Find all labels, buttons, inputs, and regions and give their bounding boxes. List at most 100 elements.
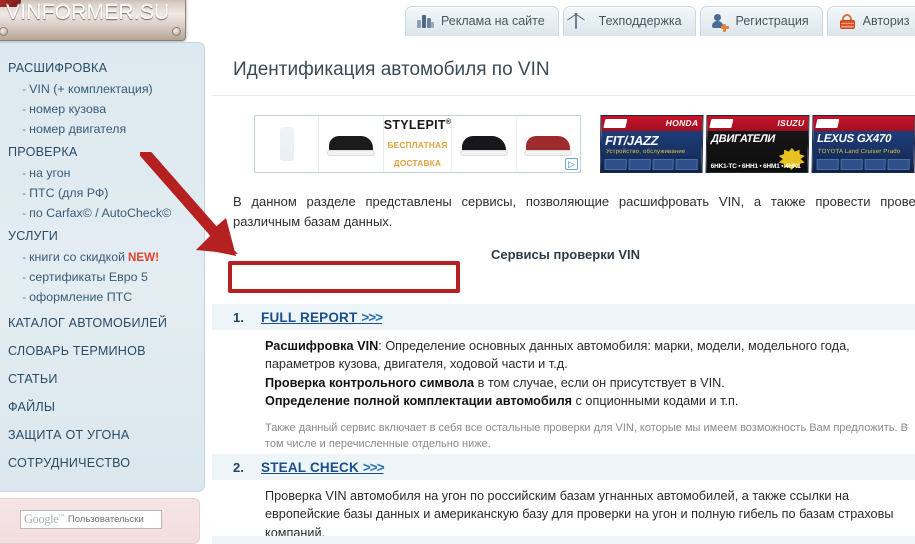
sidebar-item-vin[interactable]: - VIN (+ комплектация)	[0, 79, 204, 99]
envelope-icon	[574, 13, 592, 29]
ad-brand-name: STYLEPIT®	[384, 118, 452, 132]
page-title: Идентификация автомобиля по VIN	[233, 59, 550, 80]
sidebar-item-cooperation[interactable]: СОТРУДНИЧЕСТВО	[0, 449, 204, 477]
sidebar-item-books-label: книги со скидкой	[29, 250, 126, 264]
book-brand-honda: HONDA	[665, 118, 699, 128]
bottle-image	[279, 127, 294, 161]
tab-advertising[interactable]: Реклама на сайте	[405, 6, 559, 36]
sidebar-item-catalog[interactable]: КАТАЛОГ АВТОМОБИЛЕЙ	[0, 309, 204, 337]
sidebar-item-carfax-label: по Carfax© / AutoCheck©	[29, 206, 172, 220]
ad-cell-shoe-black	[319, 116, 384, 172]
book-codes-isuzu: 6HK1-TC • 6HH1 • 6HM1 • 4HK1	[710, 163, 801, 170]
book-subtitle-lexus: TOYOTA Land Cruiser Prado	[817, 149, 901, 155]
full-report-link[interactable]: FULL REPORT >>>	[261, 309, 383, 325]
sidebar-item-euro5-label: сертификаты Евро 5	[29, 270, 148, 284]
book-main: FIT/JAZZ Устройство, обслуживание	[600, 131, 703, 172]
ad-banner-books[interactable]: HONDA FIT/JAZZ Устройство, обслуживание …	[600, 115, 915, 173]
sidebar-group-check: ПРОВЕРКА - на угон - ПТС (для РФ) - по Carf…	[0, 141, 204, 223]
desc-bold-1a: Расшифровка VIN	[265, 339, 379, 353]
desc-bold-1b: Проверка контрольного символа	[265, 375, 475, 390]
tab-authorization[interactable]: Авториз	[826, 6, 915, 36]
site-logo-plate[interactable]: VINFORMER.SU	[0, 0, 186, 41]
dash-icon: -	[22, 122, 27, 136]
padlock-icon	[839, 14, 856, 29]
service-description-1: Расшифровка VIN: Определение основных да…	[212, 330, 915, 411]
registered-mark-icon: ®	[445, 119, 452, 127]
site-logo-text: VINFORMER.SU	[6, 1, 170, 24]
book-band: HONDA	[601, 116, 703, 132]
ad-banner-stylepit[interactable]: STYLEPIT® БЕСПЛАТНАЯ ДОСТАВКА ▷	[254, 115, 581, 173]
book-band	[813, 116, 915, 132]
sidebar-item-articles[interactable]: СТАТЬИ	[0, 365, 204, 393]
google-search-placeholder: Пользовательски	[67, 514, 144, 525]
sidebar-item-engine-number[interactable]: - номер двигателя	[0, 119, 204, 139]
sidebar-item-body-number-label: номер кузова	[29, 102, 107, 116]
sidebar-item-pts-issue[interactable]: - оформление ПТС	[0, 287, 204, 307]
dash-icon: -	[22, 102, 27, 116]
google-search-input[interactable]: Google™ Пользовательски	[20, 510, 162, 529]
service-note-1: Также данный сервис включает в себя все …	[265, 421, 908, 451]
sidebar-item-books[interactable]: - книги со скидкой NEW!	[0, 247, 204, 267]
book-title-honda: FIT/JAZZ	[604, 133, 659, 148]
sidebar-item-files[interactable]: ФАЙЛЫ	[0, 393, 204, 421]
sidebar-heading-decoding: РАСШИФРОВКА	[8, 61, 108, 75]
full-report-link-label: FULL REPORT	[261, 309, 358, 325]
ad-line-2: ДОСТАВКА	[393, 159, 442, 169]
title-divider	[212, 95, 915, 96]
section-subtitle: Сервисы проверки VIN	[491, 247, 640, 262]
dash-icon: -	[22, 82, 27, 96]
book-cover-honda: HONDA FIT/JAZZ Устройство, обслуживание	[600, 115, 704, 173]
book-main: LEXUS GX470 TOYOTA Land Cruiser Prado	[812, 131, 915, 172]
publisher-tag-icon	[603, 119, 628, 128]
publisher-tag-icon	[815, 119, 840, 128]
desc-rest-1c: с опционными кодами и т.п.	[572, 394, 739, 409]
service-description-2: Проверка VIN автомобиля на угон по росси…	[265, 489, 894, 540]
arrows-icon: >>>	[361, 309, 383, 325]
book-subtitle-honda: Устройство, обслуживание	[605, 149, 686, 155]
sidebar-heading-check: ПРОВЕРКА	[8, 145, 78, 159]
google-logo-text: Google	[24, 512, 59, 526]
sidebar-item-euro5[interactable]: - сертификаты Евро 5	[0, 267, 204, 287]
sidebar-item-antitheft[interactable]: ЗАЩИТА ОТ УГОНА	[0, 421, 204, 449]
sidebar-item-body-number[interactable]: - номер кузова	[0, 99, 204, 119]
book-band: ISUZU	[707, 116, 809, 132]
steal-check-link[interactable]: STEAL CHECK >>>	[261, 459, 385, 475]
service-row-2[interactable]: 2. STEAL CHECK >>>	[212, 454, 915, 480]
sidebar-item-carfax[interactable]: - по Carfax© / AutoCheck©	[0, 203, 204, 223]
book-title-isuzu: ДВИГАТЕЛИ	[710, 133, 775, 145]
tab-registration[interactable]: Регистрация	[699, 6, 823, 36]
sidebar: РАСШИФРОВКА - VIN (+ комплектация) - номер…	[0, 42, 205, 492]
tab-advertising-label: Реклама на сайте	[441, 14, 545, 29]
intro-paragraph: В данном разделе представлены сервисы, п…	[233, 194, 915, 230]
shoe-image-dark	[459, 135, 508, 156]
sidebar-item-glossary[interactable]: СЛОВАРЬ ТЕРМИНОВ	[0, 337, 204, 365]
steal-check-link-label: STEAL CHECK	[261, 459, 359, 475]
book-thumbnails	[604, 159, 698, 170]
sidebar-item-pts[interactable]: - ПТС (для РФ)	[0, 183, 204, 203]
screw-icon-right	[172, 27, 181, 36]
sidebar-item-engine-number-label: номер двигателя	[29, 122, 127, 136]
sidebar-item-pts-label: ПТС (для РФ)	[29, 186, 109, 200]
service-item-full-report: 1. FULL REPORT >>> Расшифровка VIN: Опре…	[212, 304, 915, 453]
shoe-image-red	[524, 135, 573, 156]
sidebar-item-theft[interactable]: - на угон	[0, 163, 204, 183]
tab-support-label: Техподдержка	[598, 14, 682, 29]
dash-icon: -	[22, 206, 27, 220]
service-row-3[interactable]: 3. "NORTH AMERICA" >>>	[212, 536, 915, 544]
book-brand-isuzu: ISUZU	[777, 118, 805, 128]
adchoices-icon[interactable]: ▷	[564, 158, 578, 170]
ad-brand-label: STYLEPIT	[383, 118, 446, 133]
service-item-north-america: 3. "NORTH AMERICA" >>> Проверка истории …	[212, 536, 915, 544]
book-title-lexus: LEXUS GX470	[816, 133, 892, 145]
sidebar-group-decoding: РАСШИФРОВКА - VIN (+ комплектация) - номер…	[0, 57, 204, 139]
desc-bold-1c: Определение полной комплектации автомоби…	[265, 394, 573, 409]
user-add-icon	[711, 14, 729, 31]
tab-support[interactable]: Техподдержка	[562, 6, 696, 36]
sidebar-item-theft-label: на угон	[29, 166, 71, 180]
dash-icon: -	[22, 166, 27, 180]
sidebar-item-vin-label: VIN (+ комплектация)	[29, 82, 153, 96]
google-logo-icon: Google™	[24, 512, 64, 527]
dash-icon: -	[22, 270, 27, 284]
service-row-1[interactable]: 1. FULL REPORT >>>	[212, 304, 915, 330]
book-cover-lexus: LEXUS GX470 TOYOTA Land Cruiser Prado	[811, 115, 915, 173]
